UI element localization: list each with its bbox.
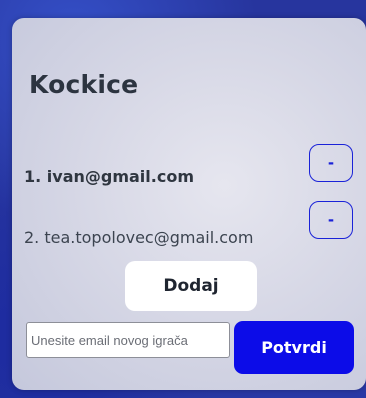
players-card: Kockice 1. ivan@gmail.com - 2. tea.topol…: [12, 18, 366, 390]
remove-player-1-button[interactable]: -: [309, 144, 353, 182]
remove-player-2-button[interactable]: -: [309, 201, 353, 239]
game-title: Kockice: [29, 70, 139, 99]
confirm-button[interactable]: Potvrdi: [234, 321, 354, 374]
add-player-button[interactable]: Dodaj: [125, 261, 257, 311]
new-player-email-input[interactable]: [26, 322, 230, 358]
player-item-1: 1. ivan@gmail.com: [24, 167, 194, 186]
player-item-2: 2. tea.topolovec@gmail.com: [24, 228, 254, 247]
